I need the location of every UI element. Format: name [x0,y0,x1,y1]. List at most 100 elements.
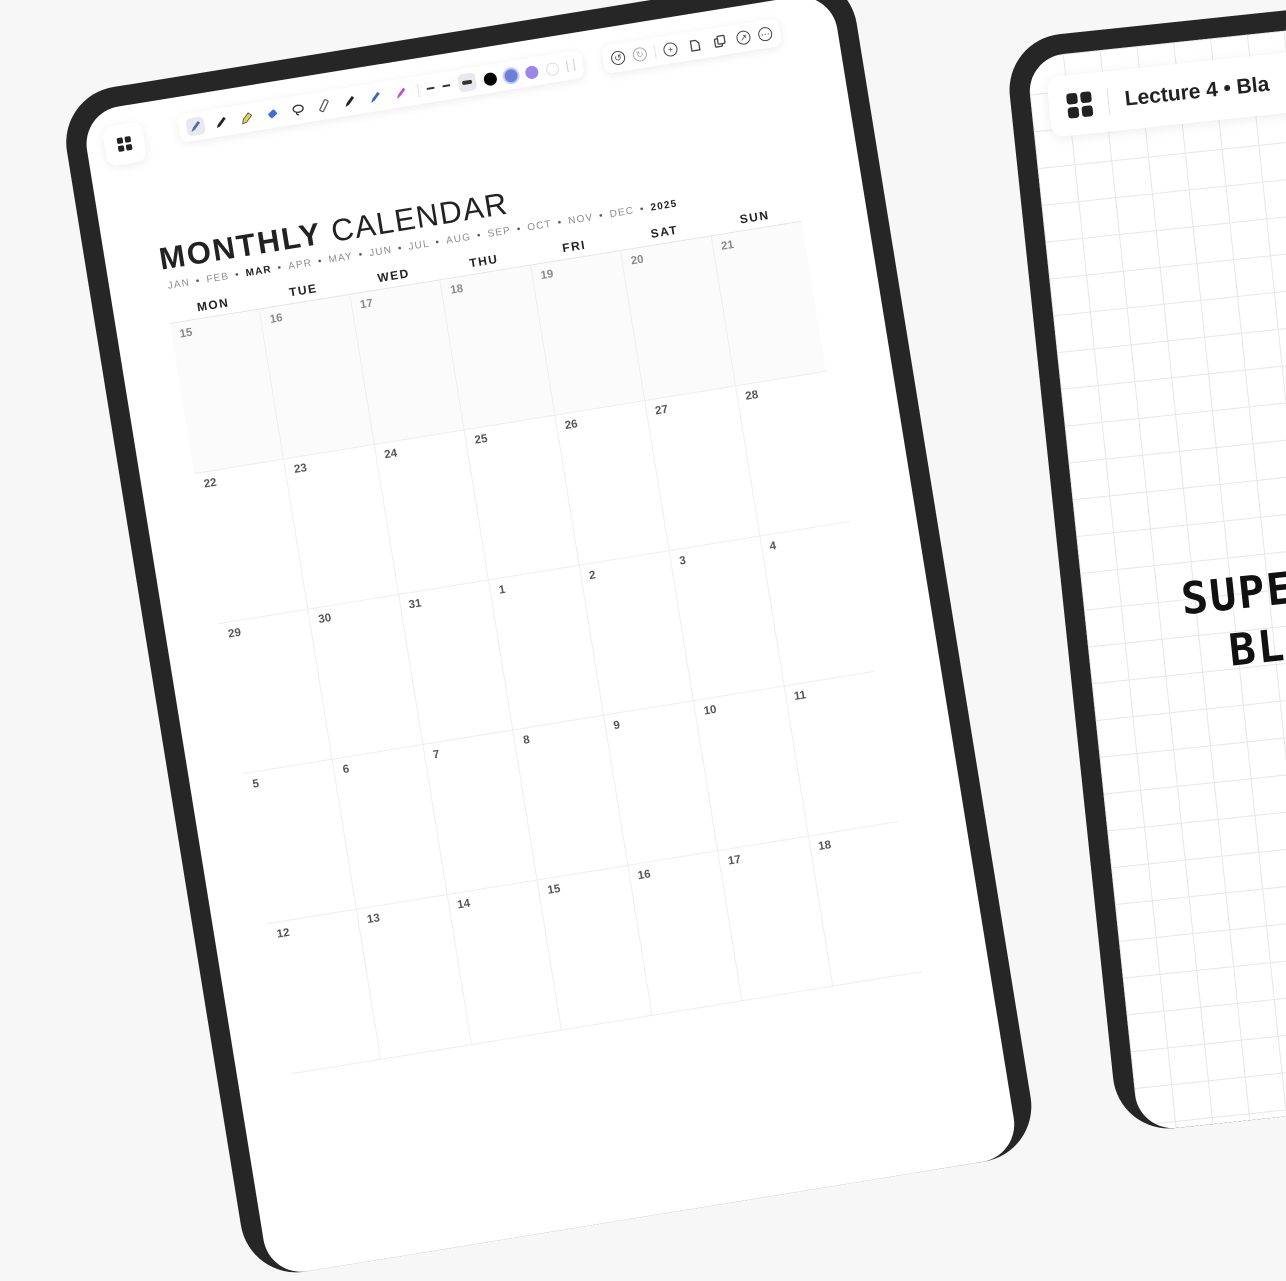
grid-icon [116,135,133,153]
month-jul[interactable]: JUL [408,239,431,253]
day-number: 22 [203,476,218,491]
separator-dot: • [276,262,284,275]
day-number: 18 [449,282,465,297]
year-label[interactable]: 2025 [650,198,678,213]
separator-dot: • [434,236,442,249]
action-toolbar: ↺ ↻ + ↗ ⋯ [601,17,783,75]
separator-dot: • [598,210,605,222]
drawing-toolbar [176,49,585,143]
tablet-left: ↺ ↻ + ↗ ⋯ MONTHLY CALENDAR JAN • FEB • MAR • A… [58,0,1040,1281]
header-divider [1106,88,1111,115]
calendar-weeks: 15 16 17 18 19 20 21 22 23 24 25 26 27 28 29 30 31 1 2 3 4 5 6… [169,221,924,1075]
redo-icon[interactable]: ↻ [631,46,648,63]
day-number: 9 [612,719,621,733]
day-number: 29 [227,626,242,641]
color-purple-swatch[interactable] [524,64,540,80]
day-number: 2 [588,569,597,583]
color-blue-swatch[interactable] [503,67,519,83]
ruler-icon[interactable] [314,95,335,116]
marker-black-icon[interactable] [339,91,360,112]
month-apr[interactable]: APR [287,258,313,273]
day-number: 10 [702,703,718,718]
month-dec[interactable]: DEC [609,205,635,220]
toolbar-divider [653,44,657,59]
day-number: 3 [678,554,687,568]
drag-handle-icon[interactable] [565,59,576,73]
separator-dot: • [476,230,483,242]
fountain-pen-icon[interactable] [185,116,206,137]
day-number: 15 [178,326,194,341]
day-number: 20 [630,253,645,268]
separator-dot: • [639,203,646,216]
day-number: 27 [654,403,669,418]
day-number: 17 [359,297,374,312]
stroke-thick-button[interactable] [456,72,478,93]
day-number: 24 [383,447,399,462]
day-number: 5 [251,777,260,791]
month-jun[interactable]: JUN [369,245,394,260]
handwriting-line-1: SUPER [1178,559,1286,626]
day-number: 11 [793,689,808,703]
month-oct[interactable]: OCT [527,219,553,234]
calendar-grid: MON TUE WED THU FRI SAT SUN 15 16 17 18 19 20 21 22 23… [166,199,924,1075]
day-number: 6 [341,763,351,777]
month-feb[interactable]: FEB [206,271,231,286]
day-number: 12 [275,926,291,941]
separator-dot: • [397,242,404,255]
expand-icon[interactable]: ↗ [735,29,752,46]
day-number: 31 [407,597,423,612]
notebook-screen: Lecture 4 • Bla SUPER BLAC [1025,0,1286,1132]
separator-dot: • [357,249,365,261]
lecture-title: Lecture 4 • Bla [1123,72,1271,111]
separator-dot: • [195,275,202,288]
month-mar[interactable]: MAR [245,264,273,279]
day-number: 16 [636,868,652,883]
marker-blue-icon[interactable] [365,87,386,108]
month-sep[interactable]: SEP [487,225,512,240]
apps-button[interactable] [101,121,148,167]
toolbar-divider [416,83,420,98]
more-icon[interactable]: ⋯ [757,26,774,43]
day-number: 13 [366,912,381,927]
month-aug[interactable]: AUG [445,232,472,247]
day-number: 21 [720,238,735,253]
lasso-icon[interactable] [288,99,309,120]
month-may[interactable]: MAY [328,251,354,266]
stroke-thin-button[interactable] [426,86,435,90]
color-white-swatch[interactable] [545,61,560,77]
separator-dot: • [234,269,241,281]
day-number: 19 [539,268,555,283]
day-number: 4 [768,540,778,553]
day-number: 23 [293,462,308,476]
lecture-header: Lecture 4 • Bla [1046,13,1286,138]
day-number: 1 [498,583,507,597]
copy-icon[interactable] [709,31,730,52]
day-number: 8 [522,733,531,747]
day-number: 26 [564,418,579,433]
day-number: 14 [456,897,472,912]
handwriting-line-2: BLAC [1226,614,1286,677]
day-number: 16 [269,312,284,326]
grid-icon[interactable] [1065,90,1094,119]
day-number: 28 [744,388,760,403]
month-jan[interactable]: JAN [167,277,191,291]
day-number: 15 [546,882,562,897]
day-number: 25 [473,432,489,447]
day-number: 30 [317,612,333,627]
separator-dot: • [516,223,523,236]
day-number: 18 [817,839,833,854]
calendar-screen: ↺ ↻ + ↗ ⋯ MONTHLY CALENDAR JAN • FEB • MAR • A… [80,0,1020,1278]
eraser-icon[interactable] [262,104,283,125]
month-nov[interactable]: NOV [567,212,594,227]
add-page-icon[interactable]: + [662,41,679,58]
day-number: 17 [727,853,742,868]
ballpoint-pen-icon[interactable] [211,112,232,133]
marker-pink-icon[interactable] [391,83,412,104]
export-icon[interactable] [684,35,705,56]
highlighter-yellow-icon[interactable] [237,108,258,129]
color-black-swatch[interactable] [482,71,498,87]
separator-dot: • [556,217,564,229]
undo-icon[interactable]: ↺ [610,49,627,66]
separator-dot: • [317,255,324,268]
stroke-medium-button[interactable] [442,83,451,88]
